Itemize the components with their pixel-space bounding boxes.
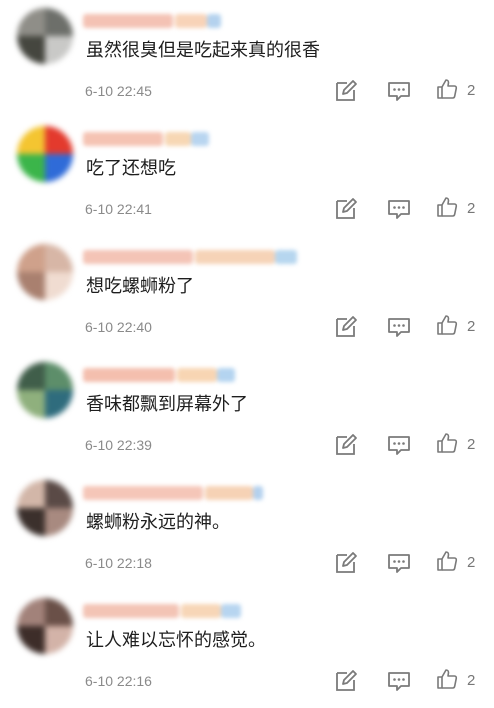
comment-time: 6-10 22:16 <box>85 673 152 689</box>
username[interactable] <box>83 250 297 264</box>
edit-icon[interactable] <box>333 314 359 340</box>
username[interactable] <box>83 368 235 382</box>
like-button[interactable]: 2 <box>436 196 486 222</box>
like-count: 2 <box>467 672 476 689</box>
comment-item: 香味都飘到屏幕外了 6-10 22:39 2 <box>0 354 494 472</box>
comment-item: 螺蛳粉永远的神。 6-10 22:18 2 <box>0 472 494 590</box>
comment-item: 吃了还想吃 6-10 22:41 2 <box>0 118 494 236</box>
comment-time: 6-10 22:18 <box>85 555 152 571</box>
edit-icon[interactable] <box>333 550 359 576</box>
comment-text: 让人难以忘怀的感觉。 <box>86 630 266 651</box>
like-count: 2 <box>467 554 476 571</box>
comment-text: 吃了还想吃 <box>86 158 176 179</box>
avatar[interactable] <box>17 126 73 182</box>
like-button[interactable]: 2 <box>436 314 486 340</box>
like-button[interactable]: 2 <box>436 432 486 458</box>
username[interactable] <box>83 14 221 28</box>
comment-text: 香味都飘到屏幕外了 <box>86 394 248 415</box>
like-count: 2 <box>467 436 476 453</box>
reply-icon[interactable] <box>386 78 412 104</box>
like-count: 2 <box>467 200 476 217</box>
avatar[interactable] <box>17 8 73 64</box>
like-button[interactable]: 2 <box>436 550 486 576</box>
edit-icon[interactable] <box>333 432 359 458</box>
comment-time: 6-10 22:45 <box>85 83 152 99</box>
reply-icon[interactable] <box>386 550 412 576</box>
comment-text: 螺蛳粉永远的神。 <box>86 512 230 533</box>
comment-item: 虽然很臭但是吃起来真的很香 6-10 22:45 2 <box>0 0 494 118</box>
like-count: 2 <box>467 82 476 99</box>
username[interactable] <box>83 486 263 500</box>
reply-icon[interactable] <box>386 668 412 694</box>
comment-list: 虽然很臭但是吃起来真的很香 6-10 22:45 2 吃了还想吃 6-10 22:41 2… <box>0 0 494 700</box>
avatar[interactable] <box>17 480 73 536</box>
comment-item: 想吃螺蛳粉了 6-10 22:40 2 <box>0 236 494 354</box>
like-button[interactable]: 2 <box>436 668 486 694</box>
like-button[interactable]: 2 <box>436 78 486 104</box>
avatar[interactable] <box>17 598 73 654</box>
username[interactable] <box>83 132 209 146</box>
edit-icon[interactable] <box>333 196 359 222</box>
reply-icon[interactable] <box>386 314 412 340</box>
comment-time: 6-10 22:40 <box>85 319 152 335</box>
like-count: 2 <box>467 318 476 335</box>
reply-icon[interactable] <box>386 196 412 222</box>
comment-item: 让人难以忘怀的感觉。 6-10 22:16 2 <box>0 590 494 708</box>
comment-text: 虽然很臭但是吃起来真的很香 <box>86 40 320 61</box>
comment-time: 6-10 22:39 <box>85 437 152 453</box>
reply-icon[interactable] <box>386 432 412 458</box>
avatar[interactable] <box>17 362 73 418</box>
edit-icon[interactable] <box>333 78 359 104</box>
username[interactable] <box>83 604 241 618</box>
comment-text: 想吃螺蛳粉了 <box>86 276 194 297</box>
edit-icon[interactable] <box>333 668 359 694</box>
avatar[interactable] <box>17 244 73 300</box>
comment-time: 6-10 22:41 <box>85 201 152 217</box>
